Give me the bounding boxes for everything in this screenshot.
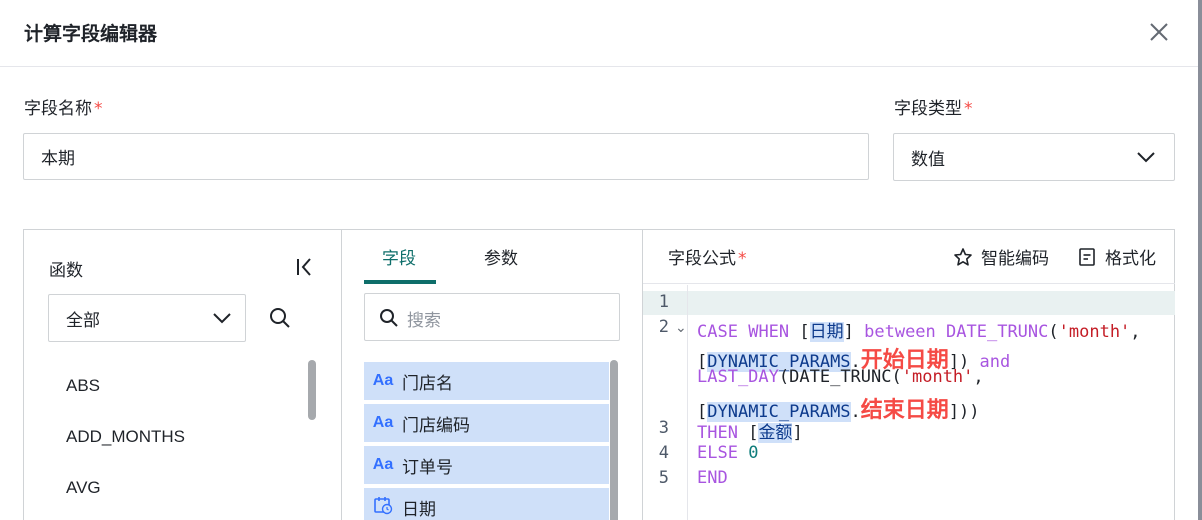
- function-category-select[interactable]: 全部: [48, 294, 246, 342]
- dialog-title: 计算字段编辑器: [24, 23, 158, 45]
- editor-panel: 函数 全部 ABS ADD_MONTHS AVG 字段 参数 搜索 Aa 门店名…: [23, 229, 1175, 520]
- search-icon: [380, 309, 398, 327]
- format-button[interactable]: 格式化: [1077, 244, 1156, 269]
- field-item-store-name[interactable]: Aa 门店名: [364, 362, 609, 400]
- field-search-input[interactable]: 搜索: [364, 293, 620, 341]
- text-type-icon: Aa: [372, 414, 394, 431]
- function-item-abs[interactable]: ABS: [66, 376, 100, 396]
- field-item-store-code[interactable]: Aa 门店编码: [364, 404, 609, 442]
- smart-code-label: 智能编码: [981, 249, 1049, 269]
- fields-scrollbar[interactable]: [610, 360, 618, 520]
- code-line[interactable]: END: [697, 468, 728, 488]
- close-icon[interactable]: [1146, 19, 1172, 45]
- field-label: 订单号: [402, 457, 453, 478]
- code-line[interactable]: ELSE 0: [697, 443, 758, 463]
- end-date-annotation: 结束日期: [860, 398, 949, 423]
- format-label: 格式化: [1105, 249, 1156, 269]
- search-placeholder: 搜索: [407, 311, 441, 331]
- field-name-label: 字段名称 *: [24, 99, 103, 119]
- column-divider: [341, 230, 342, 520]
- field-label: 门店名: [402, 373, 453, 394]
- field-item-date[interactable]: 日期: [364, 488, 609, 520]
- smart-code-button[interactable]: 智能编码: [953, 244, 1049, 269]
- calculated-field-dialog: 计算字段编辑器 字段名称 * 本期 字段类型 * 数值 函数 全部 ABS AD…: [0, 0, 1202, 520]
- text-type-icon: Aa: [372, 372, 394, 389]
- active-tab-indicator: [364, 280, 436, 284]
- line-number: 1: [658, 292, 669, 312]
- function-item-add-months[interactable]: ADD_MONTHS: [66, 427, 185, 447]
- field-label: 日期: [402, 499, 436, 520]
- chevron-down-icon: [1137, 152, 1155, 163]
- line-number: 3: [658, 418, 669, 438]
- document-format-icon: [1079, 247, 1095, 266]
- formula-title: 字段公式 *: [668, 249, 747, 269]
- text-type-icon: Aa: [372, 456, 394, 473]
- line-number: 4: [658, 443, 669, 463]
- chevron-down-icon: [213, 313, 231, 324]
- field-type-select[interactable]: 数值: [893, 133, 1175, 181]
- formula-header: 字段公式 * 智能编码 格式化: [643, 230, 1175, 284]
- window-edge: [1198, 0, 1202, 520]
- function-item-avg[interactable]: AVG: [66, 478, 101, 498]
- field-name-value: 本期: [41, 149, 75, 169]
- code-line[interactable]: THEN [金额]: [697, 418, 803, 443]
- line-number: 5: [658, 468, 669, 488]
- tab-fields[interactable]: 字段: [382, 244, 416, 269]
- dialog-header: 计算字段编辑器: [0, 0, 1198, 67]
- function-category-value: 全部: [66, 310, 100, 331]
- field-label: 门店编码: [402, 415, 470, 436]
- active-line-highlight: [643, 291, 1175, 315]
- line-number: 2: [658, 317, 669, 337]
- star-icon: [954, 247, 972, 266]
- tab-params[interactable]: 参数: [484, 244, 518, 269]
- field-type-label: 字段类型 *: [894, 99, 973, 119]
- code-line[interactable]: LAST_DAY(DATE_TRUNC('month',: [697, 367, 984, 387]
- fold-chevron-icon[interactable]: ⌄: [675, 320, 687, 336]
- date-type-icon: [364, 495, 402, 520]
- functions-scrollbar[interactable]: [308, 360, 316, 420]
- functions-title: 函数: [49, 261, 83, 281]
- field-name-input[interactable]: 本期: [23, 133, 869, 180]
- search-icon[interactable]: [268, 306, 292, 330]
- collapse-panel-icon[interactable]: [294, 256, 316, 278]
- code-line[interactable]: CASE WHEN [日期] between DATE_TRUNC('month…: [697, 317, 1141, 342]
- field-type-value: 数值: [911, 149, 945, 170]
- field-item-order-no[interactable]: Aa 订单号: [364, 446, 609, 484]
